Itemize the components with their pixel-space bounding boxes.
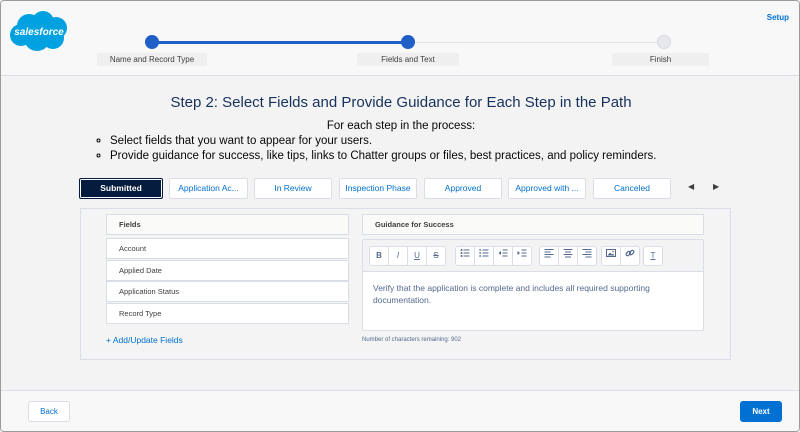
guidance-text[interactable]: Verify that the application is complete … — [373, 282, 693, 306]
progress-track-complete — [152, 41, 408, 44]
strikethrough-button[interactable]: S — [426, 246, 446, 266]
salesforce-logo: salesforce — [10, 11, 67, 51]
editor-toolbar: B I U S T — [363, 240, 703, 272]
stage-tab-submitted[interactable]: Submitted — [79, 178, 163, 199]
format-group: B I U S — [369, 246, 446, 266]
stage-tab-canceled[interactable]: Canceled — [593, 178, 671, 199]
app-window: salesforce Setup Name and Record Type Fi… — [0, 0, 800, 432]
progress-track-remaining — [408, 42, 664, 43]
step-marker-finish — [657, 35, 671, 49]
instructions-intro: For each step in the process: — [326, 120, 476, 132]
align-group — [539, 246, 597, 266]
field-row-record-type: Record Type — [106, 303, 349, 324]
step-label-finish: Finish — [612, 53, 709, 66]
footer — [1, 390, 799, 431]
page-title: Step 2: Select Fields and Provide Guidan… — [170, 94, 632, 111]
clear-group: T — [643, 246, 663, 266]
insert-group — [601, 246, 640, 266]
clear-formatting-button[interactable]: T — [643, 246, 663, 266]
underline-button[interactable]: U — [407, 246, 427, 266]
outdent-icon[interactable] — [493, 246, 513, 266]
characters-remaining: Number of characters remaining: 902 — [362, 337, 462, 343]
align-left-icon[interactable] — [539, 246, 559, 266]
next-button[interactable]: Next — [740, 401, 782, 422]
align-center-icon[interactable] — [558, 246, 578, 266]
guidance-editor[interactable]: B I U S T Verify that the application is… — [362, 239, 704, 331]
field-row-applied-date: Applied Date — [106, 260, 349, 281]
stage-tab-approved-with[interactable]: Approved with ... — [508, 178, 586, 199]
link-icon[interactable] — [620, 246, 640, 266]
guidance-header: Guidance for Success — [362, 214, 704, 235]
step-marker-fields-and-text — [401, 35, 415, 49]
align-right-icon[interactable] — [577, 246, 597, 266]
step-marker-name-and-record-type — [145, 35, 159, 49]
header: salesforce Setup Name and Record Type Fi… — [1, 1, 799, 76]
back-button[interactable]: Back — [28, 401, 70, 422]
step-label-name-and-record-type: Name and Record Type — [97, 53, 207, 66]
step-label-fields-and-text: Fields and Text — [357, 53, 459, 66]
fields-header: Fields — [106, 214, 349, 235]
image-icon[interactable] — [601, 246, 621, 266]
bold-button[interactable]: B — [369, 246, 389, 266]
numbered-list-icon[interactable] — [474, 246, 494, 266]
indent-icon[interactable] — [512, 246, 532, 266]
bulleted-list-icon[interactable] — [455, 246, 475, 266]
setup-link[interactable]: Setup — [767, 13, 789, 22]
stage-tab-in-review[interactable]: In Review — [254, 178, 332, 199]
field-row-account: Account — [106, 238, 349, 259]
add-update-fields-link[interactable]: + Add/Update Fields — [106, 335, 183, 345]
scroll-right-icon[interactable]: ▶ — [713, 182, 719, 191]
scroll-left-icon[interactable]: ◀ — [688, 182, 694, 191]
instruction-item: Provide guidance for success, like tips,… — [110, 149, 657, 164]
instruction-item: Select fields that you want to appear fo… — [110, 134, 657, 149]
instructions-list: Select fields that you want to appear fo… — [96, 134, 657, 164]
svg-text:salesforce: salesforce — [14, 27, 64, 38]
field-row-application-status: Application Status — [106, 281, 349, 302]
stage-tab-approved[interactable]: Approved — [424, 178, 502, 199]
list-group — [455, 246, 532, 266]
stage-tab-inspection-phase[interactable]: Inspection Phase — [339, 178, 417, 199]
stage-tab-application-accepted[interactable]: Application Ac... — [169, 178, 248, 199]
italic-button[interactable]: I — [388, 246, 408, 266]
